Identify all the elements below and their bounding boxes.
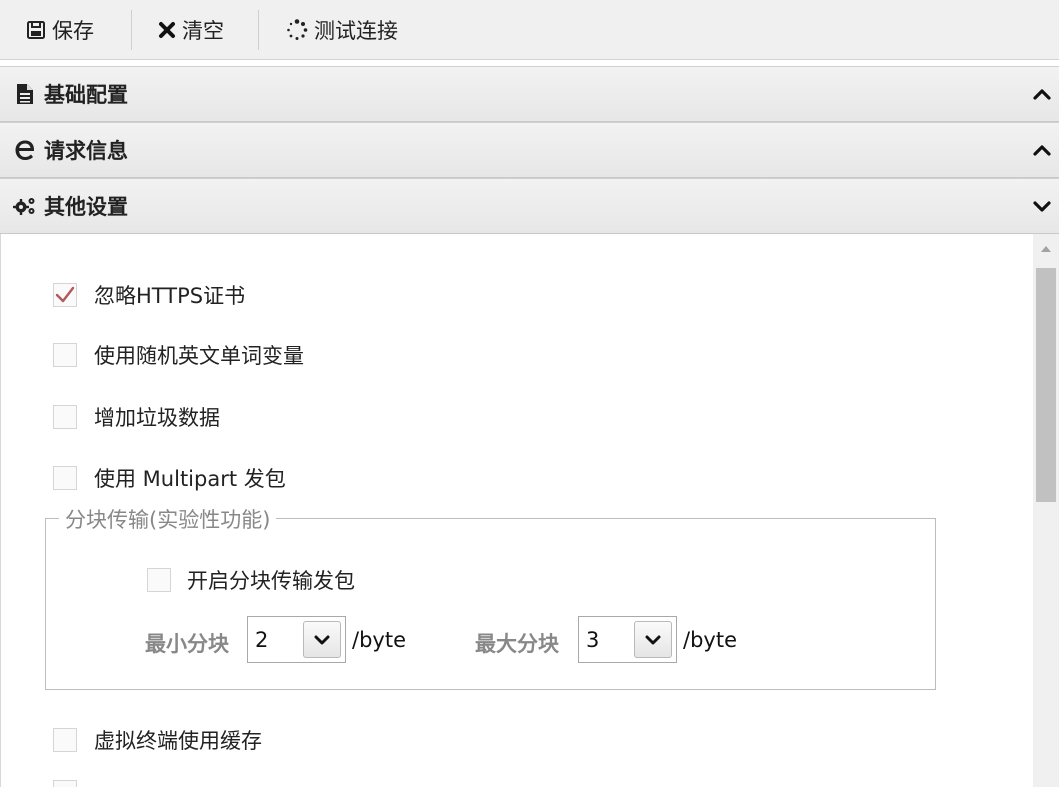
save-label: 保存	[52, 19, 94, 43]
checkbox[interactable]	[53, 405, 77, 429]
checkbox[interactable]	[53, 780, 77, 787]
toolbar: 保存 清空 测试连接	[0, 0, 1059, 60]
close-icon	[158, 21, 176, 39]
max-chunk-unit: /byte	[683, 628, 737, 652]
checkbox-checked[interactable]	[53, 283, 77, 307]
toolbar-separator	[258, 10, 259, 50]
save-button[interactable]: 保存	[26, 0, 94, 60]
chevron-up-icon	[1031, 83, 1053, 105]
chunked-transfer-legend: 分块传输(实验性功能)	[59, 504, 277, 534]
option-multipart[interactable]: 使用 Multipart 发包	[53, 463, 286, 493]
option-ignore-https[interactable]: 忽略HTTPS证书	[53, 280, 245, 310]
browser-e-icon	[12, 139, 38, 161]
option-label: 虚拟终端使用缓存	[94, 729, 262, 753]
chevron-up-icon	[1031, 139, 1053, 161]
option-label: 忽略HTTPS证书	[94, 284, 246, 308]
option-random-words[interactable]: 使用随机英文单词变量	[53, 340, 304, 370]
toolbar-separator	[131, 10, 132, 50]
checkbox[interactable]	[53, 466, 77, 490]
min-chunk-value: 2	[255, 627, 269, 652]
min-chunk-select[interactable]: 2	[247, 616, 346, 663]
chevron-down-icon	[634, 621, 672, 658]
gears-icon	[12, 196, 38, 216]
scroll-up-arrow-icon[interactable]	[1033, 234, 1059, 264]
test-connection-label: 测试连接	[314, 19, 398, 43]
panel-title: 其他设置	[44, 195, 128, 219]
test-connection-button[interactable]: 测试连接	[286, 0, 398, 60]
option-terminal-cache[interactable]: 虚拟终端使用缓存	[53, 725, 262, 755]
clear-button[interactable]: 清空	[158, 0, 224, 60]
panel-header-request-info[interactable]: 请求信息	[0, 122, 1059, 178]
clear-label: 清空	[182, 19, 224, 43]
document-icon	[12, 83, 38, 105]
panel-title: 基础配置	[44, 83, 128, 107]
scrollbar-thumb[interactable]	[1036, 268, 1056, 502]
max-chunk-select[interactable]: 3	[578, 616, 677, 663]
chevron-down-icon	[1031, 195, 1053, 217]
floppy-disk-icon	[26, 20, 46, 40]
option-partial[interactable]	[53, 780, 94, 787]
chevron-down-icon	[303, 621, 341, 658]
panel-header-basic-config[interactable]: 基础配置	[0, 66, 1059, 122]
max-chunk-label: 最大分块	[475, 632, 559, 656]
checkbox[interactable]	[147, 568, 171, 592]
vertical-scrollbar[interactable]	[1033, 234, 1059, 787]
option-junk-data[interactable]: 增加垃圾数据	[53, 402, 220, 432]
min-chunk-label: 最小分块	[145, 632, 229, 656]
min-chunk-unit: /byte	[352, 628, 406, 652]
option-label: 增加垃圾数据	[94, 406, 220, 430]
checkbox[interactable]	[53, 343, 77, 367]
option-label: 使用随机英文单词变量	[94, 344, 304, 368]
panel-title: 请求信息	[44, 139, 128, 163]
settings-content: 忽略HTTPS证书 使用随机英文单词变量 增加垃圾数据 使用 Multipart…	[0, 234, 1033, 787]
option-enable-chunked[interactable]: 开启分块传输发包	[147, 565, 355, 595]
max-chunk-value: 3	[586, 627, 600, 652]
spinner-icon	[286, 19, 308, 41]
checkbox[interactable]	[53, 728, 77, 752]
chunked-transfer-group	[45, 518, 936, 690]
option-label: 使用 Multipart 发包	[94, 467, 286, 491]
panel-header-other-settings[interactable]: 其他设置	[0, 178, 1059, 234]
option-label: 开启分块传输发包	[187, 569, 355, 593]
